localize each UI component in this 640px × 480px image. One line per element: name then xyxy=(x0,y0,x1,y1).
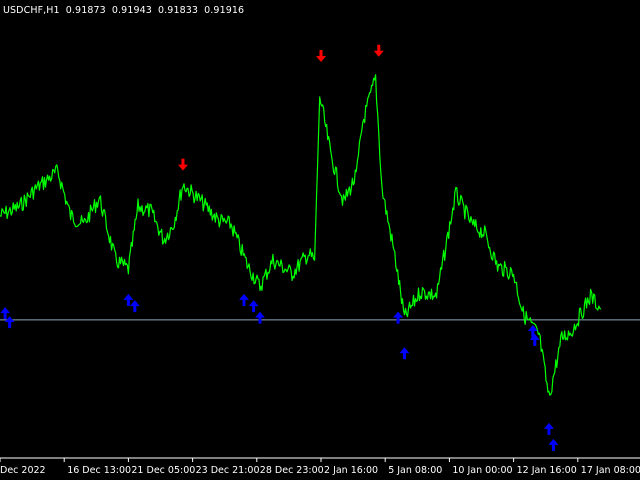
x-tick-label: 2 Jan 16:00 xyxy=(324,465,378,476)
chart-background xyxy=(0,0,640,480)
price-chart[interactable]: Dec 2022 16 Dec 13:00 21 Dec 05:00 23 Dec 2… xyxy=(0,0,640,480)
x-tick-label: 10 Jan 00:00 xyxy=(452,465,512,476)
x-tick-label: 5 Jan 08:00 xyxy=(388,465,442,476)
x-tick-label: 21 Dec 05:00 xyxy=(131,465,195,476)
symbol-label: USDCHF,H1 xyxy=(3,5,60,16)
chart-header: USDCHF,H1 0.91873 0.91943 0.91833 0.9191… xyxy=(3,5,247,16)
high-price: 0.91943 xyxy=(111,5,152,16)
close-price: 0.91916 xyxy=(204,5,245,16)
x-tick-label: 23 Dec 21:00 xyxy=(196,465,260,476)
open-price: 0.91873 xyxy=(65,5,106,16)
x-tick-label: 17 Jan 08:00 xyxy=(581,465,640,476)
x-tick-label: 12 Jan 16:00 xyxy=(517,465,577,476)
x-tick-label: Dec 2022 xyxy=(0,465,46,476)
low-price: 0.91833 xyxy=(158,5,199,16)
x-tick-label: 16 Dec 13:00 xyxy=(67,465,131,476)
x-tick-label: 28 Dec 23:00 xyxy=(260,465,324,476)
